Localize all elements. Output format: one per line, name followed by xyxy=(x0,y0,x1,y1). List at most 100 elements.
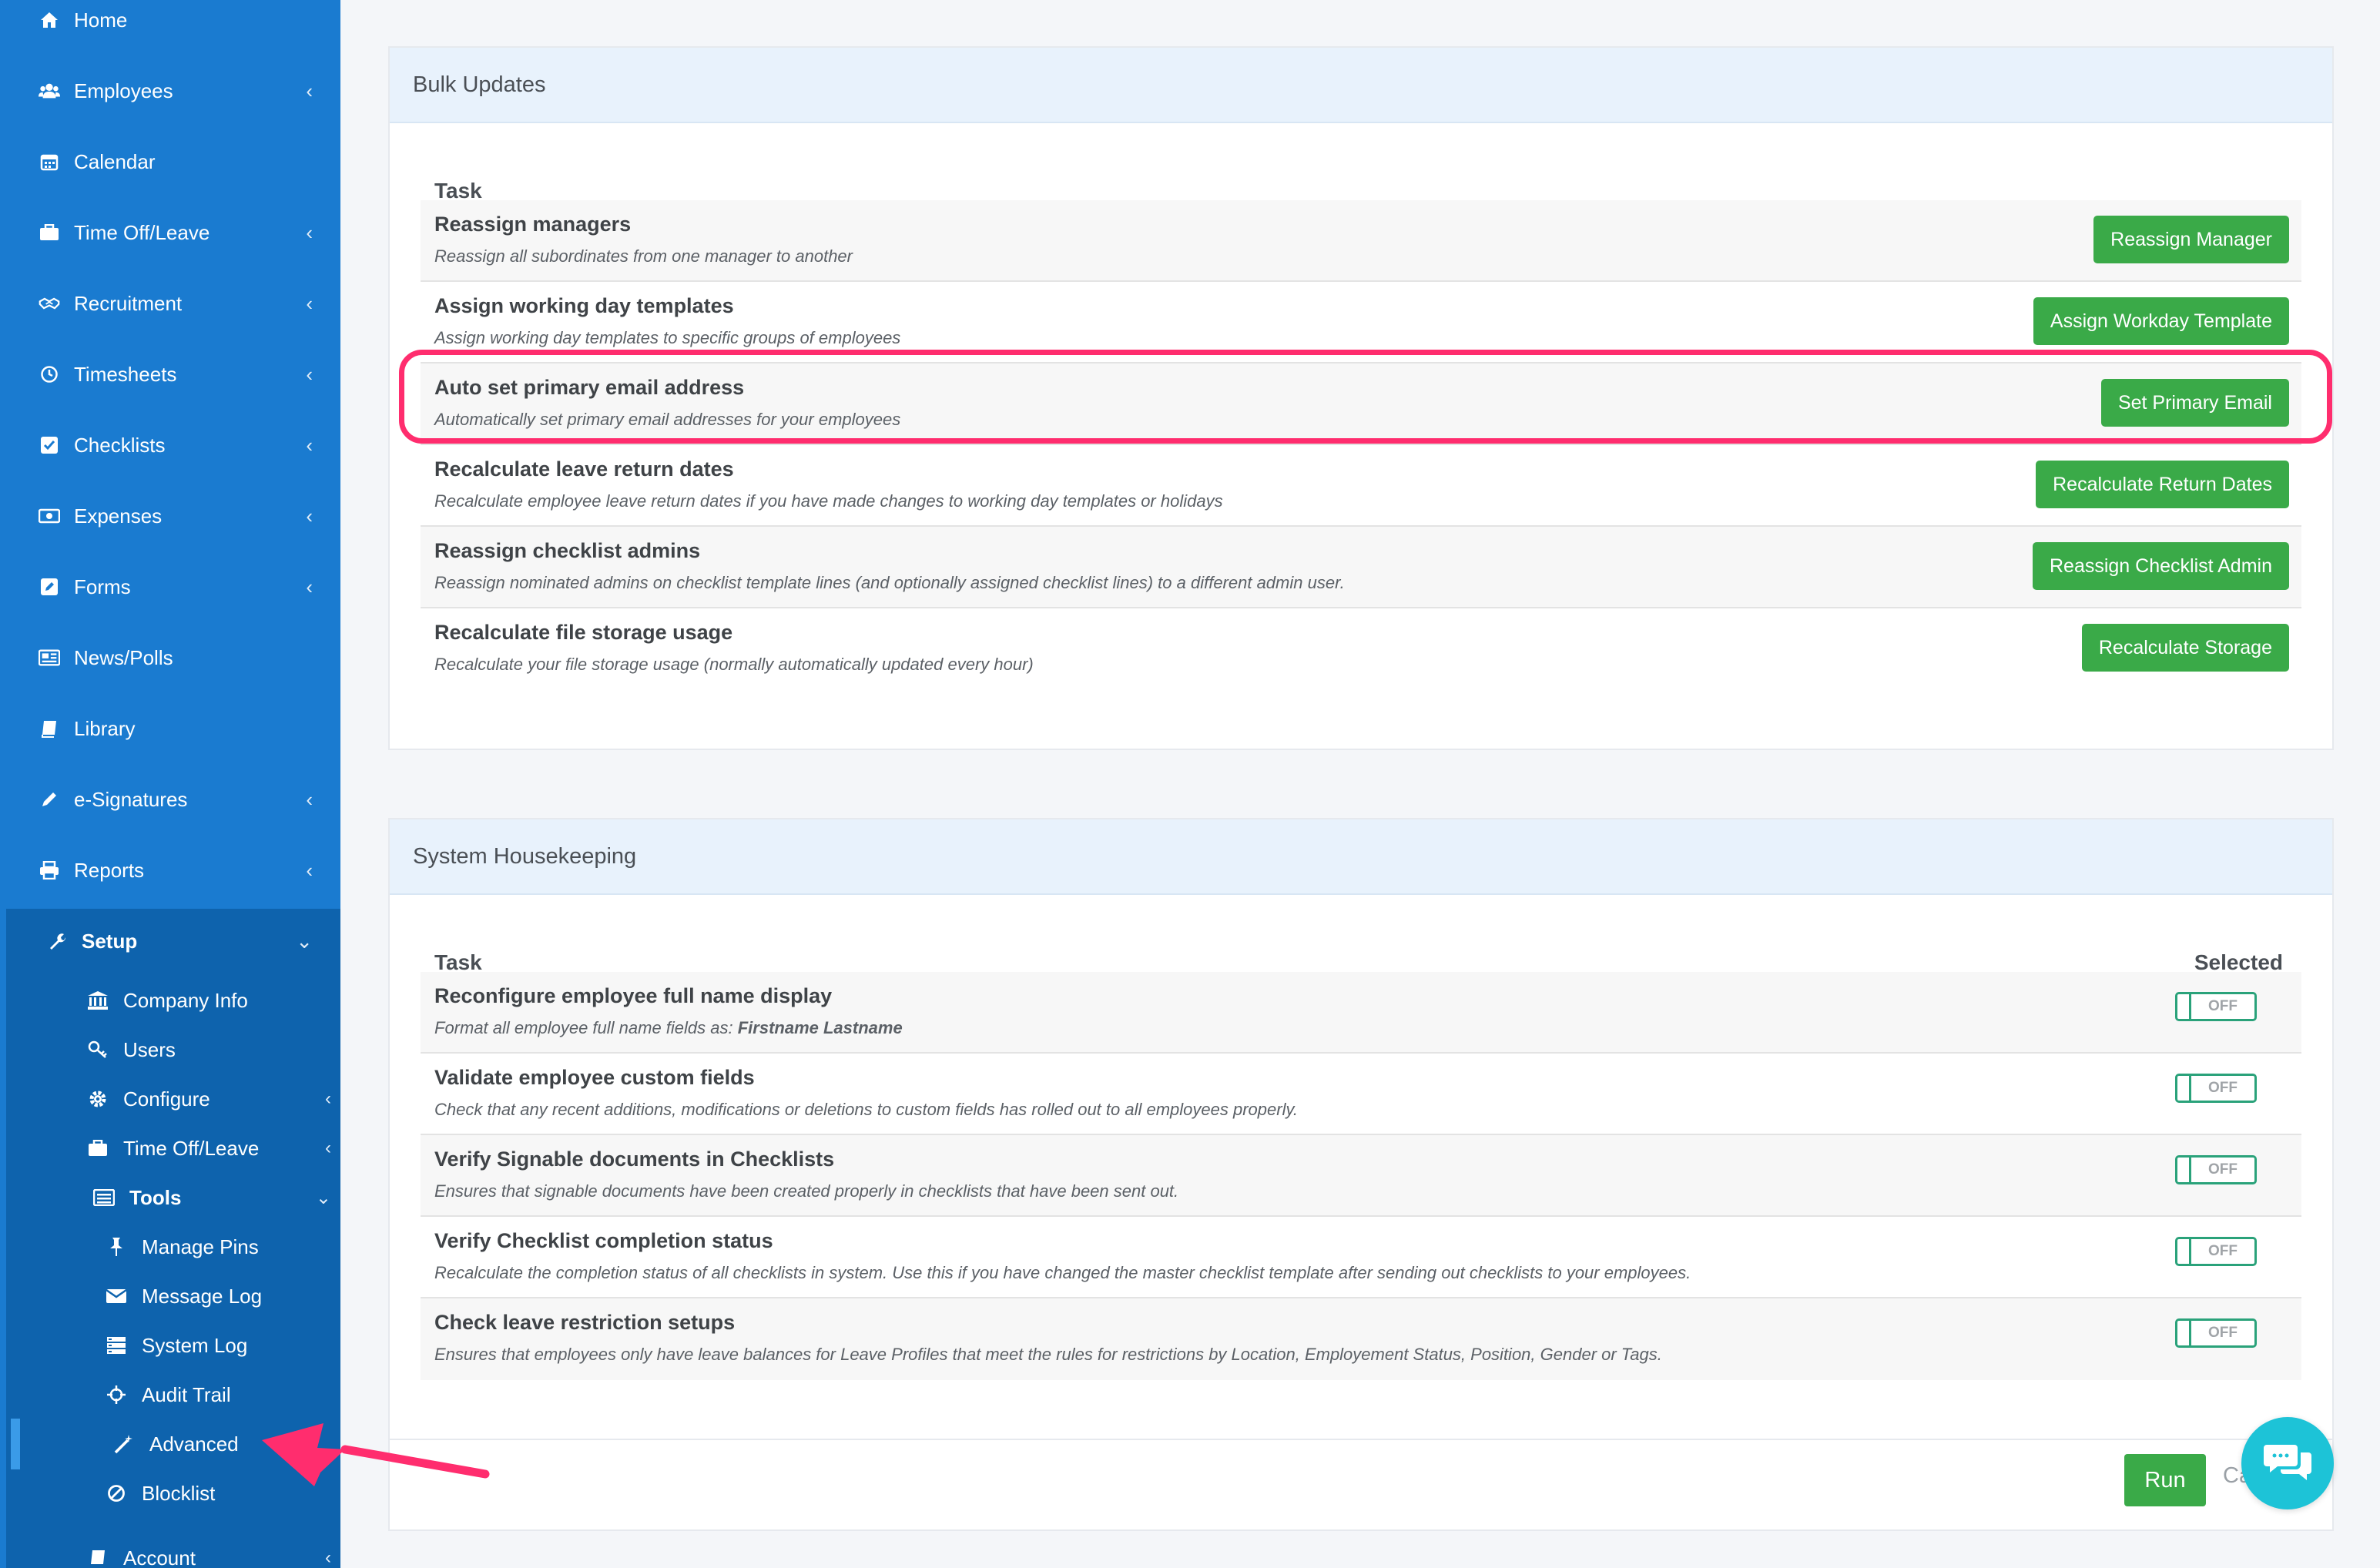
task-title: Verify Checklist completion status xyxy=(434,1229,773,1252)
table-row: Verify Signable documents in Checklists … xyxy=(421,1135,2301,1217)
toggle-knob xyxy=(2177,1321,2191,1345)
table-row: Assign working day templates Assign work… xyxy=(421,282,2301,364)
sidebar-item-setup[interactable]: Setup ⌄ xyxy=(6,906,340,977)
sidebar-item-library[interactable]: Library xyxy=(0,693,340,764)
sidebar-item-label: e-Signatures xyxy=(74,787,188,811)
chevron-left-icon: ‹ xyxy=(306,858,313,882)
book-icon xyxy=(39,718,60,739)
bank-icon xyxy=(86,989,109,1012)
chevron-left-icon: ‹ xyxy=(325,1547,331,1568)
sidebar-item-label: Account xyxy=(123,1546,196,1568)
money-icon xyxy=(39,505,60,527)
toggle-knob xyxy=(2177,1239,2191,1264)
sidebar-item-setup-time-off-leave[interactable]: Time Off/Leave ‹ xyxy=(86,1124,331,1172)
task-description: Ensures that employees only have leave b… xyxy=(434,1345,1662,1364)
table-row: Reconfigure employee full name display F… xyxy=(421,972,2301,1054)
sidebar-item-advanced[interactable]: Advanced xyxy=(112,1420,239,1468)
toggle-switch[interactable]: OFF xyxy=(2175,1237,2257,1266)
task-description: Recalculate your file storage usage (nor… xyxy=(434,655,1034,674)
sidebar-item-e-signatures[interactable]: e-Signatures ‹ xyxy=(0,764,340,835)
sidebar-item-label: Advanced xyxy=(149,1432,239,1456)
chevron-left-icon: ‹ xyxy=(306,291,313,315)
magic-wand-icon xyxy=(112,1432,136,1456)
clock-icon xyxy=(39,364,60,385)
chat-widget-button[interactable] xyxy=(2241,1417,2334,1509)
sidebar-item-users[interactable]: Users xyxy=(86,1026,176,1074)
description-format: Firstname Lastname xyxy=(737,1018,903,1037)
ban-icon xyxy=(105,1482,128,1505)
sidebar-item-manage-pins[interactable]: Manage Pins xyxy=(105,1223,259,1271)
task-title: Check leave restriction setups xyxy=(434,1311,736,1334)
sidebar-item-reports[interactable]: Reports ‹ xyxy=(0,835,340,906)
sidebar-item-label: Recruitment xyxy=(74,291,183,315)
sidebar-item-audit-trail[interactable]: Audit Trail xyxy=(105,1371,231,1419)
task-description: Recalculate employee leave return dates … xyxy=(434,491,1223,511)
gear-icon xyxy=(86,1087,109,1111)
printer-icon xyxy=(39,859,60,881)
reassign-checklist-admin-button[interactable]: Reassign Checklist Admin xyxy=(2032,542,2289,590)
toggle-switch[interactable]: OFF xyxy=(2175,1155,2257,1184)
sidebar-item-forms[interactable]: Forms ‹ xyxy=(0,551,340,622)
toggle-switch[interactable]: OFF xyxy=(2175,1074,2257,1103)
recalculate-storage-button[interactable]: Recalculate Storage xyxy=(2081,624,2289,672)
reassign-manager-button[interactable]: Reassign Manager xyxy=(2093,216,2289,263)
panel-footer-divider xyxy=(390,1439,2332,1440)
sidebar-item-recruitment[interactable]: Recruitment ‹ xyxy=(0,268,340,339)
sidebar-item-label: Configure xyxy=(123,1087,210,1111)
sidebar-item-configure[interactable]: Configure ‹ xyxy=(86,1075,331,1123)
table-row: Validate employee custom fields Check th… xyxy=(421,1054,2301,1135)
calendar-icon xyxy=(39,151,60,173)
toggle-knob xyxy=(2177,994,2191,1019)
sidebar-item-message-log[interactable]: Message Log xyxy=(105,1272,262,1320)
book-icon xyxy=(86,1546,109,1568)
task-description: Reassign nominated admins on checklist t… xyxy=(434,573,1345,592)
sidebar-item-timesheets[interactable]: Timesheets ‹ xyxy=(0,339,340,410)
sidebar-item-account[interactable]: Account ‹ xyxy=(86,1534,331,1568)
home-icon xyxy=(39,9,60,31)
sidebar-item-employees[interactable]: Employees ‹ xyxy=(0,55,340,126)
chevron-left-icon: ‹ xyxy=(306,504,313,528)
task-title: Verify Signable documents in Checklists xyxy=(434,1148,835,1171)
run-button[interactable]: Run xyxy=(2124,1454,2206,1506)
envelope-icon xyxy=(105,1285,128,1308)
sidebar: Home Employees ‹ Calendar Time Off/Leave… xyxy=(0,0,340,1568)
assign-workday-template-button[interactable]: Assign Workday Template xyxy=(2033,297,2289,345)
chevron-left-icon: ‹ xyxy=(306,362,313,386)
sidebar-item-label: News/Polls xyxy=(74,645,173,669)
task-title: Assign working day templates xyxy=(434,294,734,317)
sidebar-item-label: Timesheets xyxy=(74,362,177,386)
task-title: Reconfigure employee full name display xyxy=(434,984,833,1007)
toggle-switch[interactable]: OFF xyxy=(2175,1318,2257,1348)
pin-icon xyxy=(105,1235,128,1258)
users-icon xyxy=(39,80,60,102)
sidebar-item-time-off-leave[interactable]: Time Off/Leave ‹ xyxy=(0,197,340,268)
chat-icon xyxy=(2264,1442,2311,1486)
sidebar-item-checklists[interactable]: Checklists ‹ xyxy=(0,410,340,481)
set-primary-email-button[interactable]: Set Primary Email xyxy=(2100,379,2289,427)
toggle-switch[interactable]: OFF xyxy=(2175,992,2257,1021)
sidebar-item-expenses[interactable]: Expenses ‹ xyxy=(0,481,340,551)
sidebar-item-system-log[interactable]: System Log xyxy=(105,1322,247,1369)
sidebar-item-news-polls[interactable]: News/Polls xyxy=(0,622,340,693)
table-row: Reassign checklist admins Reassign nomin… xyxy=(421,527,2301,608)
sidebar-item-label: Forms xyxy=(74,575,131,598)
sidebar-item-blocklist[interactable]: Blocklist xyxy=(105,1469,215,1517)
table-row: Auto set primary email address Automatic… xyxy=(421,364,2301,445)
system-housekeeping-panel: System Housekeeping Task Selected Reconf… xyxy=(388,818,2334,1531)
sidebar-item-company-info[interactable]: Company Info xyxy=(86,977,248,1024)
sidebar-item-label: Setup xyxy=(82,929,138,953)
chevron-down-icon: ⌄ xyxy=(296,929,313,953)
sidebar-item-label: Message Log xyxy=(142,1284,263,1308)
sidebar-item-tools[interactable]: Tools ⌄ xyxy=(92,1174,331,1221)
task-title: Recalculate file storage usage xyxy=(434,621,733,644)
sidebar-item-label: Audit Trail xyxy=(142,1382,231,1406)
task-description: Check that any recent additions, modific… xyxy=(434,1100,1298,1119)
sidebar-item-label: Reports xyxy=(74,858,145,882)
task-title: Recalculate leave return dates xyxy=(434,457,734,481)
sidebar-item-label: Time Off/Leave xyxy=(74,220,210,244)
recalculate-return-dates-button[interactable]: Recalculate Return Dates xyxy=(2036,461,2289,508)
chevron-left-icon: ‹ xyxy=(306,787,313,811)
sidebar-item-home[interactable]: Home xyxy=(0,0,340,55)
sidebar-item-calendar[interactable]: Calendar xyxy=(0,126,340,197)
table-row: Check leave restriction setups Ensures t… xyxy=(421,1298,2301,1380)
